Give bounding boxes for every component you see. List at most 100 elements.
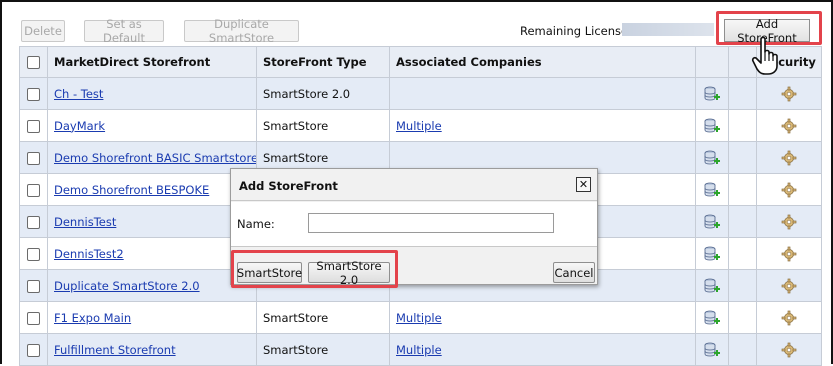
gear-icon[interactable] [781,150,797,165]
set-as-default-button[interactable]: Set as Default [84,17,164,45]
smartstore-buttons-highlight [231,250,398,288]
select-all-checkbox[interactable] [27,56,40,69]
row-checkbox[interactable] [27,311,40,325]
remaining-licenses-label: Remaining Licenses: [520,24,638,38]
database-cell [695,205,729,238]
table-header-row: MarketDirect Storefront StoreFront Type … [19,46,822,78]
database-add-icon[interactable] [704,278,720,292]
gear-icon[interactable] [781,118,797,133]
header-storefront-type[interactable]: StoreFront Type [256,46,390,78]
select-all-cell [19,46,48,78]
gear-icon[interactable] [781,342,797,357]
dialog-body: Name: [231,202,597,246]
database-add-icon[interactable] [704,310,720,324]
database-cell [695,173,729,206]
database-add-icon[interactable] [704,182,720,196]
row-select-cell [19,109,48,142]
storefront-link[interactable]: F1 Expo Main [54,311,131,325]
row-select-cell [19,77,48,110]
table-row: Fulfillment Storefront SmartStore Multip… [19,333,822,366]
row-checkbox[interactable] [27,279,40,293]
database-add-icon[interactable] [704,150,720,164]
blank-cell [728,269,757,302]
security-cell [756,109,822,142]
storefront-link[interactable]: Demo Shorefront BASIC Smartstore [54,151,256,165]
row-select-cell [19,141,48,174]
name-label: Name: [237,217,275,231]
delete-button[interactable]: Delete [21,20,65,42]
row-checkbox[interactable] [27,343,40,357]
security-cell [756,301,822,334]
storefront-type-cell: SmartStore 2.0 [256,77,390,110]
database-add-icon[interactable] [704,86,720,100]
blank-cell [728,77,757,110]
database-cell [695,141,729,174]
blank-cell [728,333,757,366]
security-cell [756,333,822,366]
table-row: Ch - Test SmartStore 2.0 [19,77,822,110]
storefront-link[interactable]: Fulfillment Storefront [54,343,176,357]
database-add-icon[interactable] [704,342,720,356]
hand-pointer-icon [751,36,778,75]
row-select-cell [19,237,48,270]
gear-icon[interactable] [781,278,797,293]
duplicate-smartstore-button[interactable]: Duplicate SmartStore [184,17,299,45]
gear-icon[interactable] [781,214,797,229]
name-input[interactable] [308,213,554,233]
close-icon[interactable]: ✕ [576,177,591,192]
security-cell [756,77,822,110]
row-checkbox[interactable] [27,247,40,261]
row-select-cell [19,205,48,238]
dialog-title: Add StoreFront [239,179,338,193]
security-cell [756,237,822,270]
storefront-link[interactable]: DayMark [54,119,105,133]
row-checkbox[interactable] [27,87,40,101]
database-cell [695,269,729,302]
database-add-icon[interactable] [704,118,720,132]
storefront-name-cell: F1 Expo Main [47,301,257,334]
database-add-icon[interactable] [704,246,720,260]
gear-icon[interactable] [781,310,797,325]
gear-icon[interactable] [781,182,797,197]
gear-icon[interactable] [781,246,797,261]
storefront-link[interactable]: DennisTest [54,215,116,229]
blank-cell [728,109,757,142]
storefront-name-cell: Duplicate SmartStore 2.0 [47,269,257,302]
storefront-link[interactable]: Demo Shorefront BESPOKE [54,183,209,197]
storefront-name-cell: Demo Shorefront BESPOKE [47,173,257,206]
cancel-button[interactable]: Cancel [553,262,595,283]
gear-icon[interactable] [781,86,797,101]
storefront-type-cell: SmartStore [256,301,390,334]
companies-link[interactable]: Multiple [396,343,442,357]
storefront-link[interactable]: DennisTest2 [54,247,124,261]
row-select-cell [19,173,48,206]
storefront-type-cell: SmartStore [256,109,390,142]
storefront-link[interactable]: Ch - Test [54,87,103,101]
security-cell [756,173,822,206]
companies-link[interactable]: Multiple [396,311,442,325]
header-blank-1 [695,46,729,78]
database-cell [695,109,729,142]
row-checkbox[interactable] [27,215,40,229]
row-checkbox[interactable] [27,119,40,133]
blank-cell [728,205,757,238]
associated-companies-cell [389,77,696,110]
database-cell [695,77,729,110]
associated-companies-cell: Multiple [389,333,696,366]
database-add-icon[interactable] [704,214,720,228]
storefront-name-cell: DennisTest [47,205,257,238]
header-storefront[interactable]: MarketDirect Storefront [47,46,257,78]
storefront-link[interactable]: Duplicate SmartStore 2.0 [54,279,200,293]
storefront-name-cell: DayMark [47,109,257,142]
blank-cell [728,301,757,334]
row-checkbox[interactable] [27,151,40,165]
row-checkbox[interactable] [27,183,40,197]
companies-link[interactable]: Multiple [396,119,442,133]
security-cell [756,205,822,238]
dialog-title-bar: Add StoreFront ✕ [231,169,597,201]
associated-companies-cell: Multiple [389,109,696,142]
header-associated-companies[interactable]: Associated Companies [389,46,696,78]
storefront-name-cell: DennisTest2 [47,237,257,270]
blank-cell [728,173,757,206]
row-select-cell [19,301,48,334]
